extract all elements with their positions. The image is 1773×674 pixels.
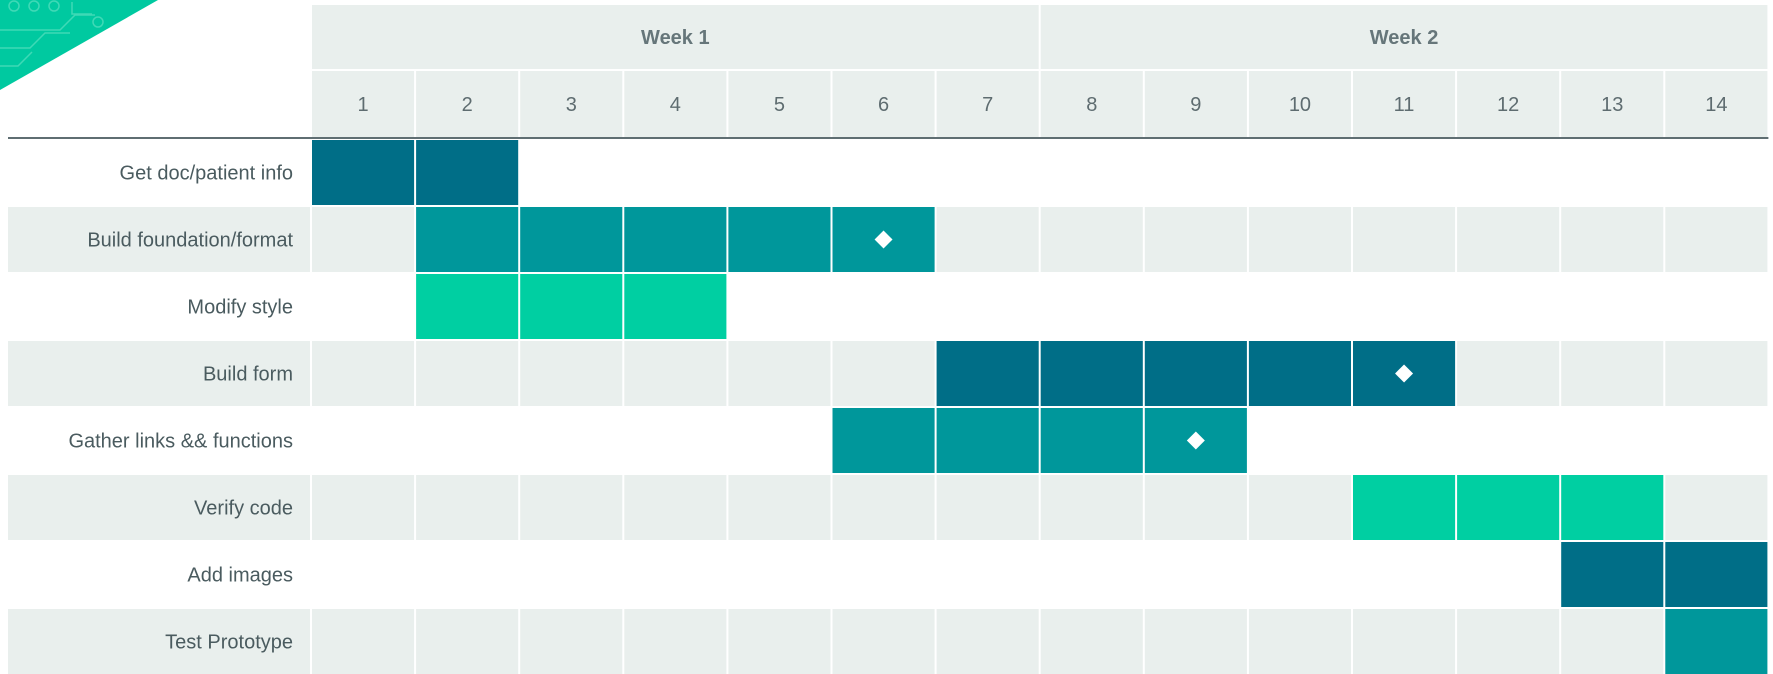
day-header-label: 14 [1705,94,1727,116]
grid-cell [416,341,519,406]
task-bar-cell [1353,475,1456,540]
task-bar-cell [1561,475,1664,540]
grid-cell [312,341,415,406]
grid-cell [624,475,727,540]
grid-cell [1665,207,1768,272]
day-header-label: 13 [1601,94,1623,116]
grid-cell [520,609,623,674]
grid-cell [728,475,831,540]
grid-cell [728,609,831,674]
grid-cell [1561,341,1664,406]
task-label: Add images [187,565,293,587]
day-header-label: 8 [1086,94,1097,116]
grid-cell [1248,609,1351,674]
grid-cell [1353,207,1456,272]
grid-cell [416,475,519,540]
grid-cell [936,475,1039,540]
grid-cell [1248,475,1351,540]
grid-cell [624,341,727,406]
grid-cell [832,341,935,406]
task-bar-cell [312,140,415,205]
grid-cell [1457,609,1560,674]
grid-cell [1665,475,1768,540]
task-bar-cell [832,408,935,473]
grid-cell [1561,609,1664,674]
grid-cell [312,609,415,674]
grid-cell [1144,609,1247,674]
grid-cell [832,609,935,674]
task-label: Verify code [194,498,293,520]
task-bar-cell [1665,609,1768,674]
grid-cell [1040,475,1143,540]
grid-cell [1248,207,1351,272]
task-bar-cell [520,274,623,339]
task-bar-cell [1665,542,1768,607]
day-header-label: 12 [1497,94,1519,116]
grid-cell [1457,341,1560,406]
task-label: Get doc/patient info [120,163,293,185]
task-bar-cell [1144,341,1247,406]
grid-cell [1040,609,1143,674]
task-bar-cell [936,408,1039,473]
task-bar-cell [1040,408,1143,473]
task-label: Gather links && functions [68,431,293,453]
task-label: Modify style [187,297,293,319]
day-header-label: 5 [774,94,785,116]
task-bar-cell [624,207,727,272]
task-bar-cell [416,274,519,339]
task-bar-cell [1561,542,1664,607]
day-header-label: 11 [1394,94,1415,116]
day-header-label: 10 [1289,94,1311,116]
grid-cell [312,207,415,272]
day-header-label: 3 [566,94,577,116]
grid-cell [1144,475,1247,540]
grid-cell [936,609,1039,674]
day-header-label: 2 [462,94,473,116]
grid-cell [1457,207,1560,272]
week-header-label: Week 1 [641,27,710,49]
task-bar-cell [624,274,727,339]
task-bar-cell [520,207,623,272]
task-bar-cell [1248,341,1351,406]
grid-cell [624,609,727,674]
day-header-label: 7 [982,94,993,116]
task-bar-cell [416,207,519,272]
task-bar-cell [416,140,519,205]
grid-cell [1353,609,1456,674]
grid-cell [936,207,1039,272]
gantt-chart: Week 1 Week 21 2 3 4 5 6 7 8 9 10 11 12 13 14Get doc/p… [8,5,1769,674]
grid-cell [520,475,623,540]
grid-cell [728,341,831,406]
task-bar-cell [1457,475,1560,540]
day-header-label: 6 [878,94,889,116]
grid-cell [832,475,935,540]
day-header-label: 1 [357,94,368,116]
grid-cell [1144,207,1247,272]
grid-cell [312,475,415,540]
day-header-label: 4 [670,94,681,116]
grid-cell [1561,207,1664,272]
task-label: Test Prototype [165,632,293,654]
task-label: Build foundation/format [87,230,293,252]
task-label: Build form [203,364,293,386]
task-bar-cell [936,341,1039,406]
task-bar-cell [728,207,831,272]
grid-cell [416,609,519,674]
task-bar-cell [1040,341,1143,406]
week-header-label: Week 2 [1370,27,1439,49]
grid-cell [520,341,623,406]
day-header-label: 9 [1190,94,1201,116]
grid-cell [1040,207,1143,272]
grid-cell [1665,341,1768,406]
